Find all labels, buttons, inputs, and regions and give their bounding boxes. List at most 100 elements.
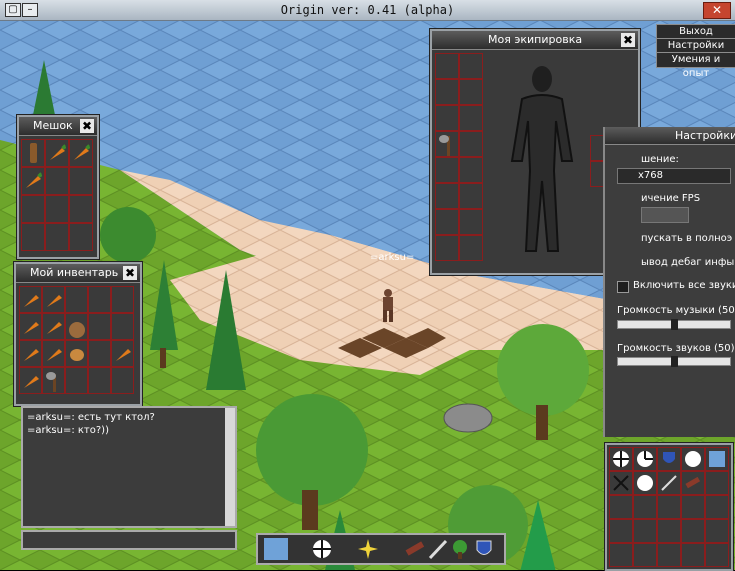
swirl-icon[interactable] [310, 538, 334, 560]
equip-slot[interactable] [435, 79, 459, 105]
skills-button[interactable]: Умения и опыт [656, 52, 735, 79]
action-slot[interactable] [657, 495, 681, 519]
equip-slot[interactable] [435, 235, 459, 261]
equip-slot[interactable] [459, 235, 483, 261]
equip-slot[interactable] [459, 209, 483, 235]
bag-slot[interactable] [69, 195, 93, 223]
inventory-slot[interactable] [111, 367, 134, 394]
action-slot[interactable] [633, 495, 657, 519]
inventory-slot[interactable] [65, 367, 88, 394]
sack-icon [68, 316, 85, 338]
equip-slot[interactable] [435, 105, 459, 131]
bag-slot[interactable] [45, 167, 69, 195]
music-volume-slider[interactable] [617, 319, 731, 330]
action-slot[interactable] [705, 543, 729, 567]
inventory-slot[interactable] [19, 340, 42, 367]
action-slot[interactable] [633, 519, 657, 543]
bag-slot[interactable] [45, 139, 69, 167]
inventory-slot[interactable] [88, 340, 111, 367]
action-slot[interactable] [657, 447, 681, 471]
action-slot[interactable] [705, 471, 729, 495]
sounds-checkbox[interactable] [617, 281, 629, 293]
inventory-slot[interactable] [88, 286, 111, 313]
sfx-volume-slider[interactable] [617, 356, 731, 367]
chat-scrollbar[interactable] [225, 408, 235, 526]
sfx-volume-knob[interactable] [670, 356, 678, 367]
action-slot[interactable] [681, 543, 705, 567]
action-slot[interactable] [609, 543, 633, 567]
equip-slot[interactable] [435, 183, 459, 209]
sparkle-icon[interactable] [356, 538, 380, 560]
inventory-slot[interactable] [42, 313, 65, 340]
character-silhouette [510, 66, 574, 252]
inventory-slot[interactable] [19, 286, 42, 313]
sfx-volume-label: Громкость звуков (50) [617, 343, 735, 354]
equip-slot[interactable] [435, 131, 459, 157]
inventory-slot[interactable] [42, 367, 65, 394]
bag-close-button[interactable]: ✖ [80, 119, 94, 133]
bag-slot[interactable] [21, 223, 45, 251]
bag-slot[interactable] [69, 139, 93, 167]
bag-slot[interactable] [69, 167, 93, 195]
carrot-icon [114, 343, 131, 364]
inventory-close-button[interactable]: ✖ [123, 266, 137, 280]
resolution-select[interactable]: x768 [617, 168, 731, 184]
bag-slot[interactable] [45, 223, 69, 251]
inventory-slot[interactable] [111, 286, 134, 313]
action-slot[interactable] [705, 519, 729, 543]
inventory-slot[interactable] [111, 313, 134, 340]
carrot-icon [22, 370, 39, 391]
action-slot[interactable] [609, 471, 633, 495]
action-slot[interactable] [681, 519, 705, 543]
equip-slot[interactable] [459, 53, 483, 79]
action-slot[interactable] [609, 495, 633, 519]
inventory-slot[interactable] [88, 367, 111, 394]
log-icon[interactable] [402, 538, 426, 560]
action-slot[interactable] [609, 447, 633, 471]
action-slot[interactable] [657, 543, 681, 567]
window-close-button[interactable]: ✕ [703, 2, 731, 19]
fps-input[interactable] [641, 207, 689, 223]
action-slot[interactable] [705, 495, 729, 519]
equip-slot[interactable] [459, 105, 483, 131]
equip-slot[interactable] [435, 209, 459, 235]
chat-input[interactable] [21, 530, 237, 550]
equipment-close-button[interactable]: ✖ [621, 33, 635, 47]
swirl-icon [684, 450, 702, 468]
shovel-icon[interactable] [426, 538, 450, 560]
bag-slot[interactable] [21, 195, 45, 223]
equip-slot[interactable] [435, 53, 459, 79]
inventory-slot[interactable] [19, 313, 42, 340]
inventory-slot[interactable] [88, 313, 111, 340]
inventory-slot[interactable] [65, 340, 88, 367]
equip-slot[interactable] [459, 79, 483, 105]
action-slot[interactable] [681, 471, 705, 495]
music-volume-knob[interactable] [670, 319, 678, 330]
action-slot[interactable] [633, 543, 657, 567]
equip-slot[interactable] [459, 183, 483, 209]
action-slot[interactable] [681, 447, 705, 471]
inventory-slot[interactable] [111, 340, 134, 367]
inventory-slot[interactable] [65, 313, 88, 340]
inventory-slot[interactable] [42, 340, 65, 367]
equip-slot[interactable] [459, 131, 483, 157]
action-slot[interactable] [681, 495, 705, 519]
bag-slot[interactable] [21, 139, 45, 167]
equip-slot[interactable] [435, 157, 459, 183]
inventory-slot[interactable] [19, 367, 42, 394]
action-slot[interactable] [633, 471, 657, 495]
action-slot[interactable] [657, 471, 681, 495]
shield-icon[interactable] [472, 538, 496, 560]
equip-slot[interactable] [459, 157, 483, 183]
bag-slot[interactable] [69, 223, 93, 251]
tree-icon[interactable] [448, 538, 472, 560]
action-slot[interactable] [609, 519, 633, 543]
action-slot[interactable] [633, 447, 657, 471]
action-slot[interactable] [705, 447, 729, 471]
inventory-slot[interactable] [65, 286, 88, 313]
bag-slot[interactable] [21, 167, 45, 195]
bag-slot[interactable] [45, 195, 69, 223]
action-slot[interactable] [657, 519, 681, 543]
inventory-slot[interactable] [42, 286, 65, 313]
map-icon[interactable] [264, 538, 288, 560]
